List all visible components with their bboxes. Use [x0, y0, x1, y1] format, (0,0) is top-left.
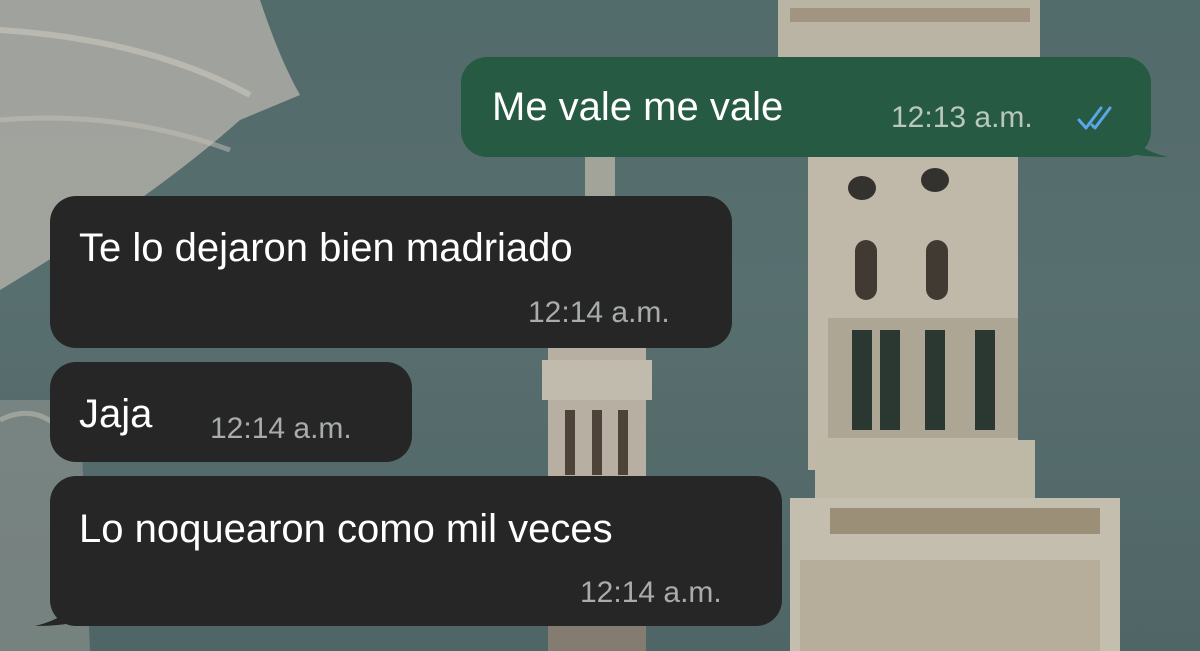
outgoing-message[interactable]: Me vale me vale 12:13 a.m.: [461, 57, 1168, 157]
incoming-message[interactable]: Jaja 12:14 a.m.: [50, 362, 412, 462]
message-time: 12:14 a.m.: [210, 412, 352, 445]
incoming-message[interactable]: Lo noquearon como mil veces 12:14 a.m.: [35, 476, 782, 626]
message-text: Te lo dejaron bien madriado: [79, 226, 573, 270]
read-double-check-icon: [1077, 106, 1112, 130]
incoming-message[interactable]: Te lo dejaron bien madriado 12:14 a.m.: [50, 196, 732, 348]
message-text: Jaja: [79, 392, 153, 436]
message-time: 12:13 a.m.: [891, 101, 1033, 134]
message-time: 12:14 a.m.: [528, 296, 670, 329]
message-list[interactable]: Me vale me vale 12:13 a.m. Te lo dejaron…: [0, 0, 1200, 651]
bubble-tail: [1121, 117, 1168, 157]
message-text: Lo noquearon como mil veces: [79, 507, 613, 551]
message-text: Me vale me vale: [492, 85, 784, 129]
message-time: 12:14 a.m.: [580, 576, 722, 609]
bubble-tail: [35, 586, 82, 626]
